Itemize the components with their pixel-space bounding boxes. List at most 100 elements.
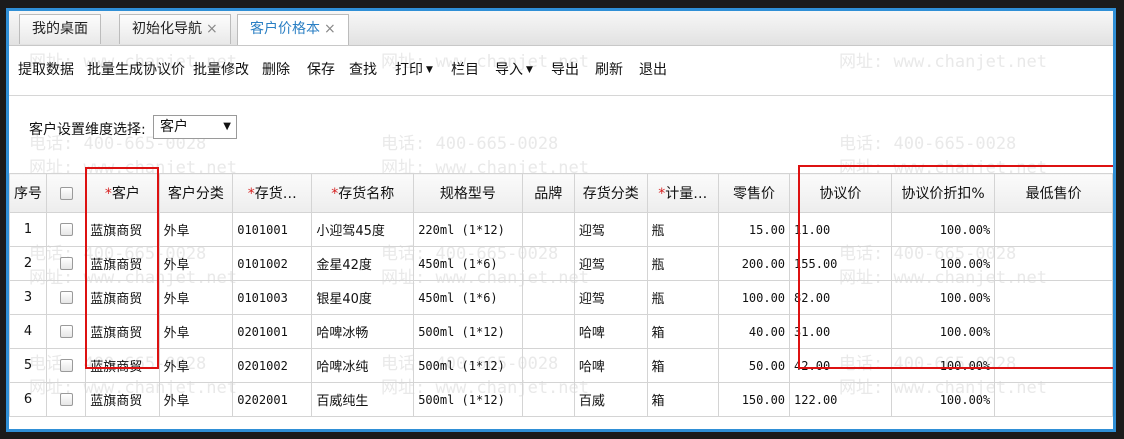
cell-code[interactable]: 0201001 xyxy=(232,314,313,349)
column-header-7[interactable]: 规格型号 xyxy=(413,173,523,213)
cell-discount[interactable]: 100.00% xyxy=(890,212,996,247)
toolbar-button-3[interactable]: 批量修改 xyxy=(193,59,249,79)
toolbar-button-6[interactable]: 查找 xyxy=(349,59,377,79)
select-all-checkbox[interactable] xyxy=(59,186,73,200)
column-header-13[interactable]: 协议价折扣% xyxy=(890,173,996,213)
column-header-12[interactable]: 协议价 xyxy=(789,173,892,213)
row-checkbox[interactable] xyxy=(59,257,73,270)
cell-unit[interactable]: 箱 xyxy=(646,314,719,349)
cell-spec[interactable]: 500ml (1*12) xyxy=(413,382,523,417)
row-checkbox[interactable] xyxy=(59,393,73,406)
cell-seq[interactable]: 1 xyxy=(9,212,47,247)
dimension-select[interactable]: 客户 ▼ xyxy=(153,115,237,139)
cell-spec[interactable]: 500ml (1*12) xyxy=(413,348,523,383)
cell-brand[interactable] xyxy=(521,348,575,383)
column-header-11[interactable]: 零售价 xyxy=(717,173,791,213)
cell-code[interactable]: 0202001 xyxy=(232,382,313,417)
table-row[interactable]: 1 蓝旗商贸 外阜 0101001 小迎驾45度 220ml (1*12) 迎驾瓶 15.00… xyxy=(9,212,1113,247)
cell-retail[interactable]: 40.00 xyxy=(717,314,791,349)
toolbar-button-1[interactable]: 提取数据 xyxy=(18,59,74,79)
row-checkbox[interactable] xyxy=(59,291,73,304)
cell-customer[interactable]: 蓝旗商贸 xyxy=(85,314,160,349)
cell-cust_cat[interactable]: 外阜 xyxy=(158,280,234,315)
cell-price[interactable]: 122.00 xyxy=(789,382,892,417)
cell-discount[interactable]: 100.00% xyxy=(890,280,996,315)
tab-2[interactable]: 初始化导航 × xyxy=(119,14,231,44)
column-header-14[interactable]: 最低售价 xyxy=(994,173,1113,213)
cell-spec[interactable]: 450ml (1*6) xyxy=(413,280,523,315)
cell-min[interactable] xyxy=(994,280,1113,315)
cell-retail[interactable]: 50.00 xyxy=(717,348,791,383)
toolbar-button-8[interactable]: 栏目 xyxy=(451,59,479,79)
cell-min[interactable] xyxy=(994,314,1113,349)
table-row[interactable]: 5 蓝旗商贸 外阜 0201002 哈啤冰纯 500ml (1*12) 哈啤箱 50.00 42… xyxy=(9,348,1113,383)
row-checkbox[interactable] xyxy=(59,325,73,338)
table-row[interactable]: 6 蓝旗商贸 外阜 0202001 百威纯生 500ml (1*12) 百威箱 150.00 1… xyxy=(9,382,1113,417)
cell-price[interactable]: 42.00 xyxy=(789,348,892,383)
cell-unit[interactable]: 箱 xyxy=(646,348,719,383)
cell-retail[interactable]: 100.00 xyxy=(717,280,791,315)
cell-price[interactable]: 11.00 xyxy=(789,212,892,247)
cell-seq[interactable]: 3 xyxy=(9,280,47,315)
toolbar-button-9[interactable]: 导入 ▼ xyxy=(495,59,533,79)
cell-name[interactable]: 百威纯生 xyxy=(311,382,415,417)
cell-customer[interactable]: 蓝旗商贸 xyxy=(85,348,160,383)
cell-customer[interactable]: 蓝旗商贸 xyxy=(85,280,160,315)
toolbar-button-4[interactable]: 删除 xyxy=(262,59,290,79)
cell-customer[interactable]: 蓝旗商贸 xyxy=(85,382,160,417)
row-checkbox[interactable] xyxy=(59,359,73,372)
cell-spec[interactable]: 450ml (1*6) xyxy=(413,246,523,281)
toolbar-button-12[interactable]: 退出 xyxy=(639,59,667,79)
cell-name[interactable]: 金星42度 xyxy=(311,246,415,281)
table-row[interactable]: 4 蓝旗商贸 外阜 0201001 哈啤冰畅 500ml (1*12) 哈啤箱 40.00 31… xyxy=(9,314,1113,349)
cell-cust_cat[interactable]: 外阜 xyxy=(158,348,234,383)
cell-price[interactable]: 155.00 xyxy=(789,246,892,281)
cell-spec[interactable]: 500ml (1*12) xyxy=(413,314,523,349)
cell-spec[interactable]: 220ml (1*12) xyxy=(413,212,523,247)
table-row[interactable]: 2 蓝旗商贸 外阜 0101002 金星42度 450ml (1*6) 迎驾瓶 200.00 1… xyxy=(9,246,1113,281)
column-header-9[interactable]: 存货分类 xyxy=(573,173,648,213)
tab-3[interactable]: 客户价格本 × xyxy=(237,14,349,45)
cell-unit[interactable]: 瓶 xyxy=(646,280,719,315)
toolbar-button-11[interactable]: 刷新 xyxy=(595,59,623,79)
column-header-5[interactable]: *存货… xyxy=(232,173,313,213)
cell-unit[interactable]: 瓶 xyxy=(646,212,719,247)
cell-brand[interactable] xyxy=(521,382,575,417)
column-header-8[interactable]: 品牌 xyxy=(521,173,575,213)
close-icon[interactable]: × xyxy=(324,21,336,37)
cell-brand[interactable] xyxy=(521,212,575,247)
cell-customer[interactable]: 蓝旗商贸 xyxy=(85,212,160,247)
toolbar-button-2[interactable]: 批量生成协议价 xyxy=(87,59,185,79)
cell-cust_cat[interactable]: 外阜 xyxy=(158,246,234,281)
cell-cust_cat[interactable]: 外阜 xyxy=(158,314,234,349)
cell-price[interactable]: 31.00 xyxy=(789,314,892,349)
cell-seq[interactable]: 5 xyxy=(9,348,47,383)
cell-discount[interactable]: 100.00% xyxy=(890,246,996,281)
cell-cat[interactable]: 迎驾 xyxy=(573,280,648,315)
cell-cat[interactable]: 百威 xyxy=(573,382,648,417)
cell-name[interactable]: 银星40度 xyxy=(311,280,415,315)
column-header-3[interactable]: *客户 xyxy=(85,173,160,213)
cell-min[interactable] xyxy=(994,246,1113,281)
cell-retail[interactable]: 15.00 xyxy=(717,212,791,247)
cell-brand[interactable] xyxy=(521,246,575,281)
cell-code[interactable]: 0101002 xyxy=(232,246,313,281)
cell-min[interactable] xyxy=(994,212,1113,247)
tab-1[interactable]: 我的桌面 xyxy=(19,14,101,44)
cell-code[interactable]: 0101003 xyxy=(232,280,313,315)
cell-cust_cat[interactable]: 外阜 xyxy=(158,212,234,247)
cell-brand[interactable] xyxy=(521,314,575,349)
cell-unit[interactable]: 箱 xyxy=(646,382,719,417)
cell-price[interactable]: 82.00 xyxy=(789,280,892,315)
cell-discount[interactable]: 100.00% xyxy=(890,314,996,349)
toolbar-button-10[interactable]: 导出 xyxy=(551,59,579,79)
cell-code[interactable]: 0101001 xyxy=(232,212,313,247)
cell-cat[interactable]: 迎驾 xyxy=(573,212,648,247)
cell-seq[interactable]: 4 xyxy=(9,314,47,349)
cell-code[interactable]: 0201002 xyxy=(232,348,313,383)
toolbar-button-7[interactable]: 打印 ▼ xyxy=(395,59,433,79)
cell-cust_cat[interactable]: 外阜 xyxy=(158,382,234,417)
cell-discount[interactable]: 100.00% xyxy=(890,382,996,417)
column-header-10[interactable]: *计量… xyxy=(646,173,719,213)
column-header-1[interactable]: 序号 xyxy=(9,173,47,213)
